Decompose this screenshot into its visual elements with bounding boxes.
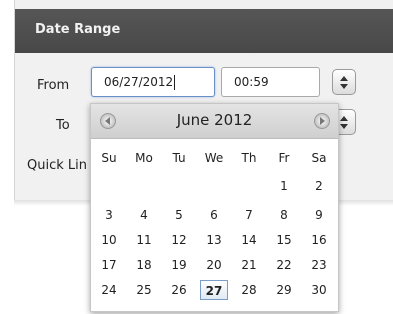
from-label: From xyxy=(37,78,70,93)
calendar-month-label: June 2012 xyxy=(176,111,253,129)
calendar-day[interactable]: 12 xyxy=(167,233,191,247)
calendar-header: June 2012 xyxy=(91,104,338,139)
calendar-day[interactable]: 20 xyxy=(202,258,226,272)
increment-arrow-icon[interactable] xyxy=(340,76,348,81)
calendar-day[interactable]: 30 xyxy=(307,283,331,297)
weekday-header: Th xyxy=(241,151,257,165)
from-time-value: 00:59 xyxy=(234,75,269,89)
calendar-day[interactable]: 9 xyxy=(307,208,331,222)
calendar-day[interactable]: 10 xyxy=(97,233,121,247)
calendar-day[interactable]: 23 xyxy=(307,258,331,272)
calendar-day[interactable]: 17 xyxy=(97,258,121,272)
calendar-day[interactable]: 29 xyxy=(272,283,296,297)
panel-header: Date Range xyxy=(15,9,393,53)
calendar-day[interactable]: 4 xyxy=(132,208,156,222)
calendar-day[interactable]: 13 xyxy=(202,233,226,247)
weekday-header: Tu xyxy=(172,151,186,165)
from-time-stepper[interactable] xyxy=(332,69,356,95)
panel-title: Date Range xyxy=(35,22,121,37)
calendar-day[interactable]: 18 xyxy=(132,258,156,272)
calendar-day[interactable]: 11 xyxy=(132,233,156,247)
weekday-header: Mo xyxy=(135,151,153,165)
date-picker-popup: June 2012 Su Mo Tu We Th Fr Sa 123456789… xyxy=(90,103,339,312)
calendar-day[interactable]: 22 xyxy=(272,258,296,272)
weekday-header: We xyxy=(204,151,224,165)
decrement-arrow-icon[interactable] xyxy=(340,124,348,129)
calendar-day[interactable]: 5 xyxy=(167,208,191,222)
calendar-day[interactable]: 19 xyxy=(167,258,191,272)
calendar-day[interactable]: 25 xyxy=(132,283,156,297)
calendar-day[interactable]: 16 xyxy=(307,233,331,247)
text-caret xyxy=(174,75,176,90)
increment-arrow-icon[interactable] xyxy=(340,116,348,121)
calendar-day[interactable]: 15 xyxy=(272,233,296,247)
from-date-input[interactable]: 06/27/2012 xyxy=(91,67,215,97)
calendar-day[interactable]: 28 xyxy=(237,283,261,297)
calendar-day[interactable]: 2 xyxy=(307,179,331,193)
chevron-right-icon xyxy=(320,117,325,125)
calendar-day-selected[interactable]: 27 xyxy=(200,280,228,300)
calendar-day[interactable]: 21 xyxy=(237,258,261,272)
calendar-day[interactable]: 14 xyxy=(237,233,261,247)
calendar-day[interactable]: 24 xyxy=(97,283,121,297)
decrement-arrow-icon[interactable] xyxy=(340,84,348,89)
calendar-day[interactable]: 26 xyxy=(167,283,191,297)
weekday-header: Fr xyxy=(278,151,290,165)
calendar-day[interactable]: 7 xyxy=(237,208,261,222)
next-month-button[interactable] xyxy=(314,113,330,129)
to-label: To xyxy=(56,118,70,133)
from-time-input[interactable]: 00:59 xyxy=(221,67,320,97)
calendar-day[interactable]: 6 xyxy=(202,208,226,222)
calendar-day[interactable]: 1 xyxy=(272,179,296,193)
calendar-day[interactable]: 3 xyxy=(97,208,121,222)
weekday-header: Sa xyxy=(311,151,327,165)
calendar-day[interactable]: 8 xyxy=(272,208,296,222)
weekday-header: Su xyxy=(101,151,117,165)
from-date-value: 06/27/2012 xyxy=(104,75,174,89)
quick-links-label: Quick Lin xyxy=(27,158,87,173)
